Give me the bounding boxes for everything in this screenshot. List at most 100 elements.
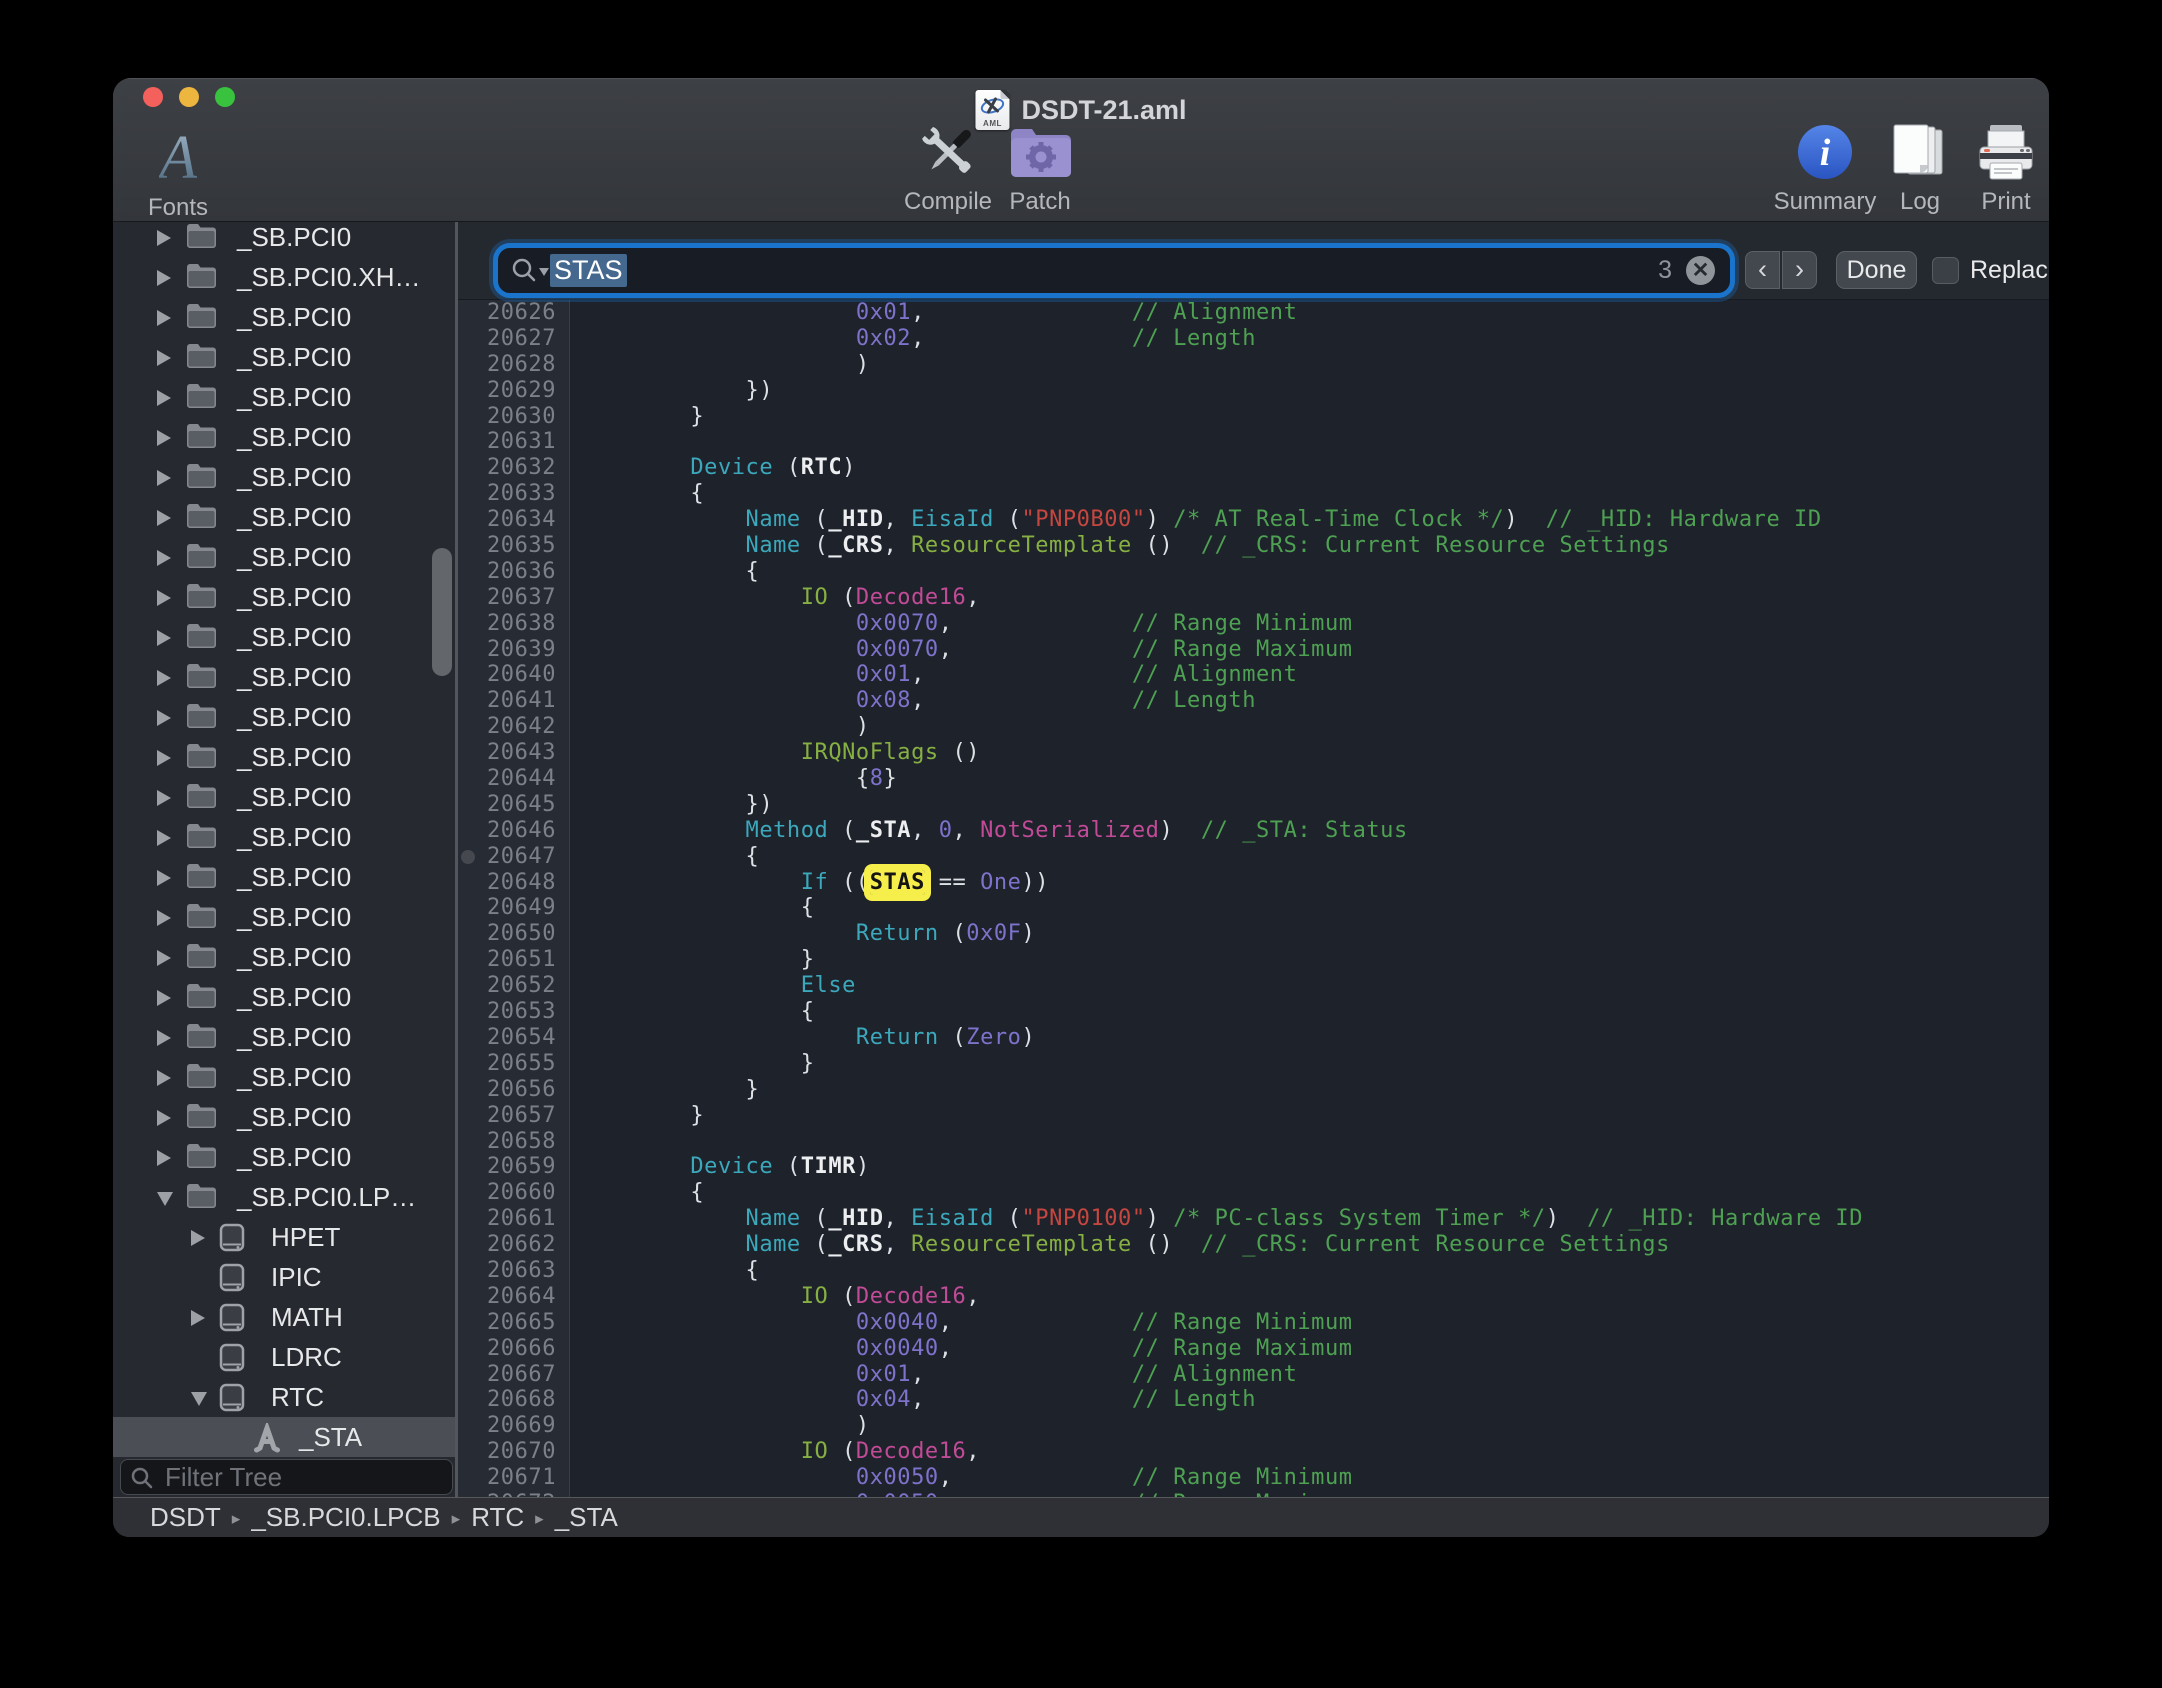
tree-item--sb-pci0[interactable]: _SB.PCI0 <box>113 337 455 377</box>
tree-item--sb-pci0[interactable]: _SB.PCI0 <box>113 297 455 337</box>
tree-item-ldrc[interactable]: LDRC <box>113 1337 455 1377</box>
code-line-content: }) <box>570 792 773 818</box>
disclosure-triangle-collapsed-icon[interactable] <box>157 430 171 446</box>
tree-item--sb-pci0[interactable]: _SB.PCI0 <box>113 657 455 697</box>
folder-icon <box>186 663 217 694</box>
disclosure-triangle-collapsed-icon[interactable] <box>157 1150 171 1166</box>
disclosure-triangle-collapsed-icon[interactable] <box>157 870 171 886</box>
fonts-toolbar-button[interactable]: A Fonts <box>123 126 233 222</box>
tree-item--sb-pci0[interactable]: _SB.PCI0 <box>113 897 455 937</box>
tree-item-hpet[interactable]: HPET <box>113 1217 455 1257</box>
tree-item--sb-pci0[interactable]: _SB.PCI0 <box>113 857 455 897</box>
disclosure-triangle-collapsed-icon[interactable] <box>157 590 171 606</box>
done-button[interactable]: Done <box>1836 251 1917 289</box>
replace-checkbox[interactable] <box>1932 257 1959 284</box>
match-count: 3 <box>1658 248 1672 293</box>
tree-item--sb-pci0[interactable]: _SB.PCI0 <box>113 977 455 1017</box>
tree-item--sb-pci0[interactable]: _SB.PCI0 <box>113 697 455 737</box>
disclosure-triangle-collapsed-icon[interactable] <box>157 390 171 406</box>
disclosure-triangle-collapsed-icon[interactable] <box>191 1310 205 1326</box>
disclosure-triangle-collapsed-icon[interactable] <box>157 1030 171 1046</box>
print-toolbar-button[interactable]: Print <box>1956 120 2049 216</box>
tree-item-rtc[interactable]: RTC <box>113 1377 455 1417</box>
tree-item--sta[interactable]: _STA <box>113 1417 455 1457</box>
folder-icon <box>186 783 217 814</box>
find-previous-button[interactable]: ‹ <box>1745 251 1780 289</box>
disclosure-triangle-collapsed-icon[interactable] <box>157 270 171 286</box>
disclosure-triangle-expanded-icon[interactable] <box>191 1392 207 1406</box>
patch-toolbar-button[interactable]: Patch <box>985 120 1095 216</box>
tree-item--sb-pci0[interactable]: _SB.PCI0 <box>113 617 455 657</box>
breadcrumb-item[interactable]: RTC <box>471 1502 524 1533</box>
line-number: 20661 <box>458 1206 570 1232</box>
tree-item-math[interactable]: MATH <box>113 1297 455 1337</box>
tree-item--sb-pci0[interactable]: _SB.PCI0 <box>113 222 455 257</box>
line-number: 20639 <box>458 637 570 663</box>
find-input[interactable]: STAS 3 ✕ <box>498 248 1730 293</box>
sidebar-scrollbar-thumb[interactable] <box>432 548 452 676</box>
tree-item--sb-pci0-xh-[interactable]: _SB.PCI0.XH… <box>113 257 455 297</box>
disclosure-triangle-collapsed-icon[interactable] <box>157 470 171 486</box>
clear-search-button[interactable]: ✕ <box>1686 256 1715 285</box>
code-line: 20632 Device (RTC) <box>458 455 2049 481</box>
disclosure-triangle-expanded-icon[interactable] <box>157 1192 173 1206</box>
fonts-label: Fonts <box>123 194 233 222</box>
tree-item--sb-pci0[interactable]: _SB.PCI0 <box>113 937 455 977</box>
tree-item--sb-pci0[interactable]: _SB.PCI0 <box>113 577 455 617</box>
minimize-button[interactable] <box>179 87 199 107</box>
tree-item--sb-pci0[interactable]: _SB.PCI0 <box>113 737 455 777</box>
folder-icon <box>186 903 217 934</box>
tree-item--sb-pci0[interactable]: _SB.PCI0 <box>113 777 455 817</box>
disclosure-triangle-collapsed-icon[interactable] <box>157 1070 171 1086</box>
line-number: 20637 <box>458 585 570 611</box>
filter-tree-input[interactable]: Filter Tree <box>120 1459 453 1495</box>
disclosure-triangle-collapsed-icon[interactable] <box>157 310 171 326</box>
disclosure-triangle-collapsed-icon[interactable] <box>157 750 171 766</box>
tree-item--sb-pci0[interactable]: _SB.PCI0 <box>113 457 455 497</box>
disclosure-triangle-collapsed-icon[interactable] <box>157 670 171 686</box>
code-line: 20640 0x01, // Alignment <box>458 662 2049 688</box>
tree-item--sb-pci0[interactable]: _SB.PCI0 <box>113 1057 455 1097</box>
find-next-button[interactable]: › <box>1782 251 1817 289</box>
line-number: 20663 <box>458 1258 570 1284</box>
code-line: 20630 } <box>458 404 2049 430</box>
disclosure-triangle-collapsed-icon[interactable] <box>157 990 171 1006</box>
disclosure-triangle-collapsed-icon[interactable] <box>191 1230 205 1246</box>
code-line-content: 0x0070, // Range Maximum <box>570 637 1353 663</box>
splitter-handle-dot[interactable] <box>461 850 475 864</box>
tree-item--sb-pci0-lp-[interactable]: _SB.PCI0.LP… <box>113 1177 455 1217</box>
disclosure-triangle-collapsed-icon[interactable] <box>157 510 171 526</box>
summary-toolbar-button[interactable]: i Summary <box>1765 120 1885 216</box>
tree-item--sb-pci0[interactable]: _SB.PCI0 <box>113 817 455 857</box>
code-line: 20653 { <box>458 999 2049 1025</box>
tree-item-label: _SB.PCI0 <box>237 1137 351 1177</box>
disclosure-triangle-collapsed-icon[interactable] <box>157 350 171 366</box>
disclosure-triangle-collapsed-icon[interactable] <box>157 1110 171 1126</box>
breadcrumb-item[interactable]: _SB.PCI0.LPCB <box>251 1502 440 1533</box>
disclosure-triangle-collapsed-icon[interactable] <box>157 550 171 566</box>
disclosure-triangle-collapsed-icon[interactable] <box>157 830 171 846</box>
tree-item--sb-pci0[interactable]: _SB.PCI0 <box>113 1017 455 1057</box>
code-line: 20644 {8} <box>458 766 2049 792</box>
log-toolbar-button[interactable]: Log <box>1875 120 1965 216</box>
code-line: 20670 IO (Decode16, <box>458 1439 2049 1465</box>
disclosure-triangle-collapsed-icon[interactable] <box>157 950 171 966</box>
zoom-button[interactable] <box>215 87 235 107</box>
breadcrumb-item[interactable]: DSDT <box>150 1502 221 1533</box>
tree-item--sb-pci0[interactable]: _SB.PCI0 <box>113 497 455 537</box>
disclosure-triangle-collapsed-icon[interactable] <box>157 710 171 726</box>
disclosure-triangle-collapsed-icon[interactable] <box>157 230 171 246</box>
search-options-chevron-icon[interactable] <box>539 268 549 276</box>
disclosure-triangle-collapsed-icon[interactable] <box>157 790 171 806</box>
tree-item--sb-pci0[interactable]: _SB.PCI0 <box>113 1137 455 1177</box>
tree-item--sb-pci0[interactable]: _SB.PCI0 <box>113 417 455 457</box>
disclosure-triangle-collapsed-icon[interactable] <box>157 910 171 926</box>
tree-item-ipic[interactable]: IPIC <box>113 1257 455 1297</box>
breadcrumb-item[interactable]: _STA <box>555 1502 618 1533</box>
tree-item--sb-pci0[interactable]: _SB.PCI0 <box>113 1097 455 1137</box>
disclosure-triangle-collapsed-icon[interactable] <box>157 630 171 646</box>
close-button[interactable] <box>143 87 163 107</box>
code-area[interactable]: 20626 0x01, // Alignment20627 0x02, // L… <box>458 300 2049 1497</box>
tree-item--sb-pci0[interactable]: _SB.PCI0 <box>113 537 455 577</box>
tree-item--sb-pci0[interactable]: _SB.PCI0 <box>113 377 455 417</box>
